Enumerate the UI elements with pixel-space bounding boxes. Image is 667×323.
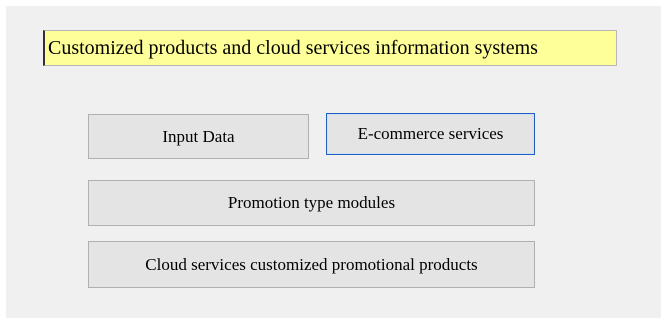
input-data-button[interactable]: Input Data [88, 114, 309, 159]
input-data-label: Input Data [162, 126, 235, 146]
ecommerce-services-label: E-commerce services [357, 124, 504, 143]
app-window: Customized products and cloud services i… [6, 6, 661, 318]
system-title: Customized products and cloud services i… [43, 30, 617, 66]
promotion-type-modules-label: Promotion type modules [227, 193, 396, 212]
ecommerce-services-button[interactable]: E-commerce services [326, 113, 535, 155]
promotion-type-modules-button[interactable]: Promotion type modules [88, 180, 535, 226]
cloud-services-products-button[interactable]: Cloud services customized promotional pr… [88, 241, 535, 288]
cloud-services-products-label: Cloud services customized promotional pr… [145, 254, 478, 274]
